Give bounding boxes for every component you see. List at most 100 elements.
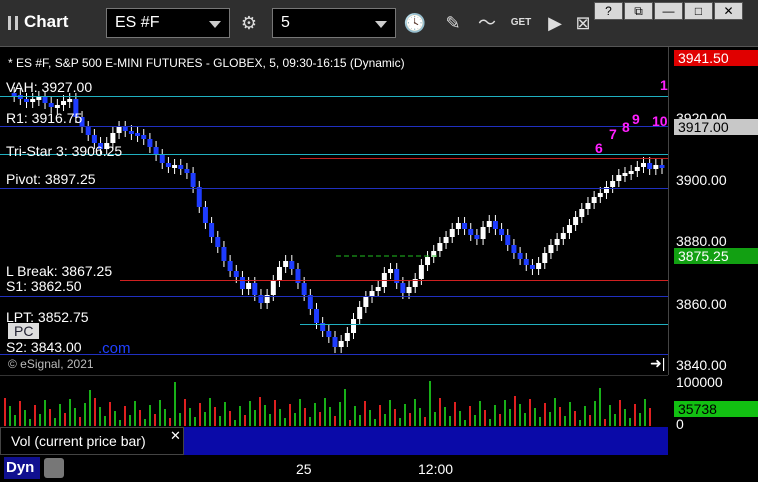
volume-bar bbox=[374, 419, 376, 426]
candle-body bbox=[647, 163, 653, 169]
volume-bar bbox=[134, 401, 136, 426]
volume-bar bbox=[224, 402, 226, 426]
minimize-icon[interactable]: — bbox=[654, 2, 683, 20]
candle-body bbox=[116, 127, 122, 133]
volume-bar bbox=[404, 404, 406, 426]
volume-bar bbox=[129, 415, 131, 426]
volume-bar bbox=[284, 418, 286, 426]
get-study-button[interactable]: GET bbox=[506, 8, 536, 38]
help-icon[interactable]: ? bbox=[594, 2, 623, 20]
volume-bar bbox=[619, 400, 621, 426]
volume-bar bbox=[509, 409, 511, 426]
volume-bar bbox=[384, 414, 386, 426]
r1-line bbox=[0, 126, 668, 127]
volume-bar bbox=[514, 396, 516, 426]
volume-bar bbox=[99, 407, 101, 426]
volume-bar bbox=[29, 419, 31, 426]
candle-body bbox=[443, 237, 449, 243]
volume-bar bbox=[319, 412, 321, 426]
volume-bar bbox=[249, 401, 251, 426]
symbol-combo[interactable]: ES #F bbox=[106, 8, 230, 38]
price-last-label: 3917.00 bbox=[674, 119, 758, 135]
volume-bar bbox=[584, 406, 586, 426]
interval-combo[interactable]: 5 bbox=[272, 8, 396, 38]
candle-body bbox=[357, 307, 363, 319]
volume-title[interactable]: Vol (current price bar) bbox=[0, 427, 184, 455]
candle-body bbox=[85, 127, 91, 135]
candle-body bbox=[42, 97, 48, 103]
candle-body bbox=[566, 225, 572, 233]
chart-header: * ES #F, S&P 500 E-MINI FUTURES - GLOBEX… bbox=[8, 56, 405, 70]
volume-bar bbox=[644, 399, 646, 426]
volume-bar bbox=[329, 407, 331, 426]
candle-body bbox=[338, 341, 344, 347]
clock-icon[interactable]: 🕓 bbox=[400, 8, 430, 38]
volume-bar bbox=[449, 416, 451, 426]
volume-bar bbox=[104, 416, 106, 426]
volume-bar bbox=[414, 399, 416, 426]
volume-bar bbox=[484, 410, 486, 426]
volume-bar bbox=[479, 401, 481, 426]
volume-bar bbox=[244, 415, 246, 426]
maximize-icon[interactable]: □ bbox=[684, 2, 713, 20]
s1-line bbox=[0, 296, 668, 297]
candle-body bbox=[227, 261, 233, 271]
candle-body bbox=[344, 333, 350, 341]
candle-body bbox=[246, 283, 252, 289]
close-icon[interactable]: ✕ bbox=[714, 2, 743, 20]
pencil-icon[interactable]: ✎ bbox=[438, 8, 468, 38]
volume-bar bbox=[299, 399, 301, 426]
vah-label: VAH: 3927.00 bbox=[6, 79, 93, 95]
volume-bar bbox=[344, 389, 346, 426]
r1-label: R1: 3916.75 bbox=[6, 110, 83, 126]
play-icon[interactable]: ▶ bbox=[540, 8, 570, 38]
volume-bar bbox=[559, 407, 561, 426]
volume-bar bbox=[354, 406, 356, 426]
candle-body bbox=[30, 99, 36, 102]
volume-bars bbox=[4, 381, 651, 426]
tick-3860: 3860.00 bbox=[676, 296, 727, 312]
candle-body bbox=[252, 283, 258, 295]
volume-bar bbox=[474, 415, 476, 426]
symbol-value: ES #F bbox=[115, 14, 160, 31]
volume-bar bbox=[294, 413, 296, 426]
volume-bar bbox=[429, 381, 431, 426]
scroll-right-icon[interactable]: ➜| bbox=[650, 355, 665, 372]
candle-body bbox=[560, 233, 566, 239]
volume-bar bbox=[114, 411, 116, 426]
interval-value: 5 bbox=[281, 14, 290, 31]
volume-title-text: Vol (current price bar) bbox=[11, 433, 146, 449]
volume-bar bbox=[269, 414, 271, 426]
volume-bar bbox=[144, 419, 146, 426]
candle-body bbox=[616, 175, 622, 181]
candle-body bbox=[499, 229, 505, 235]
studies-icon[interactable]: 〜 bbox=[472, 8, 502, 38]
candle-body bbox=[135, 133, 141, 136]
pc-label: PC bbox=[8, 323, 40, 339]
candle-body bbox=[517, 253, 523, 259]
status-icon[interactable] bbox=[44, 458, 64, 478]
volume-bar bbox=[4, 398, 6, 426]
volume-bar bbox=[74, 408, 76, 426]
seq-number-9: 9 bbox=[632, 111, 640, 127]
volume-bar bbox=[519, 404, 521, 426]
close-pane-icon[interactable]: ✕ bbox=[170, 428, 181, 444]
chevron-down-icon bbox=[209, 21, 221, 28]
candle-body bbox=[276, 267, 282, 281]
price-axis[interactable] bbox=[668, 47, 758, 375]
volume-pane[interactable] bbox=[0, 375, 668, 428]
seq-number-10: 10 bbox=[652, 113, 668, 129]
volume-bar bbox=[209, 398, 211, 426]
pivot-label: Pivot: 3897.25 bbox=[6, 171, 96, 187]
settings-gear-icon[interactable]: ⚙ bbox=[234, 8, 264, 38]
link-window-icon[interactable]: ⧉ bbox=[624, 2, 653, 20]
volume-bar bbox=[649, 408, 651, 426]
volume-bar bbox=[634, 404, 636, 426]
volume-bar bbox=[189, 408, 191, 426]
app-title[interactable]: Chart bbox=[8, 12, 68, 32]
dynamic-status[interactable]: Dyn bbox=[4, 457, 40, 479]
chevron-down-icon bbox=[375, 21, 387, 28]
volume-bar bbox=[379, 405, 381, 426]
time-axis bbox=[0, 455, 758, 482]
volume-bar bbox=[24, 410, 26, 426]
